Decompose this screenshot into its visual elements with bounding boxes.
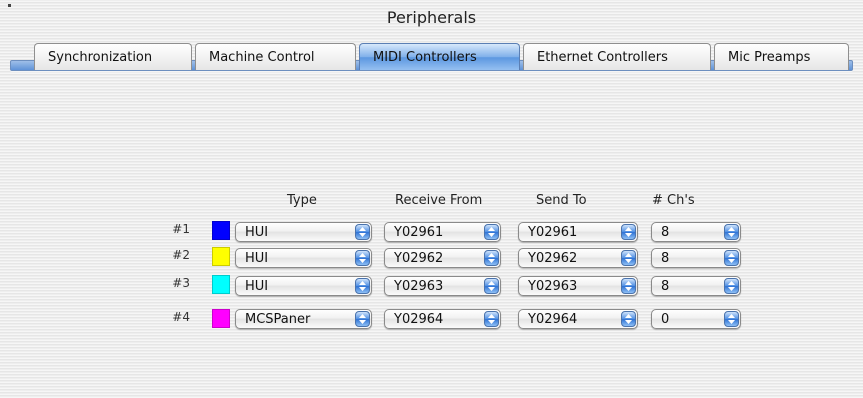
channels-popup[interactable]: 8 xyxy=(651,276,741,296)
send-to-column-header: Send To xyxy=(536,193,587,208)
send-to-value: Y02962 xyxy=(528,251,578,266)
controller-color-swatch xyxy=(212,221,230,240)
type-popup[interactable]: HUI xyxy=(235,276,372,296)
up-down-arrows-icon xyxy=(355,311,370,327)
receive-from-value: Y02962 xyxy=(394,251,444,266)
controller-row-label: #4 xyxy=(172,310,190,324)
send-to-value: Y02961 xyxy=(528,225,578,240)
send-to-popup[interactable]: Y02961 xyxy=(518,222,638,242)
send-to-popup[interactable]: Y02963 xyxy=(518,276,638,296)
send-to-value: Y02964 xyxy=(528,312,578,327)
send-to-popup[interactable]: Y02964 xyxy=(518,309,638,329)
channels-popup[interactable]: 8 xyxy=(651,222,741,242)
controller-color-swatch xyxy=(212,275,230,294)
up-down-arrows-icon xyxy=(355,250,370,266)
up-down-arrows-icon xyxy=(724,250,739,266)
tab-ethernet-controllers[interactable]: Ethernet Controllers xyxy=(523,43,711,70)
channels-popup[interactable]: 8 xyxy=(651,248,741,268)
type-value: HUI xyxy=(245,279,269,294)
up-down-arrows-icon xyxy=(621,278,636,294)
type-value: MCSPaner xyxy=(245,312,311,327)
tab-mic-preamps[interactable]: Mic Preamps xyxy=(714,43,849,70)
channels-value: 0 xyxy=(661,312,670,327)
type-value: HUI xyxy=(245,225,269,240)
controller-color-swatch xyxy=(212,247,230,266)
up-down-arrows-icon xyxy=(484,224,499,240)
channels-value: 8 xyxy=(661,251,670,266)
tab-midi-controllers[interactable]: MIDI Controllers xyxy=(359,43,520,70)
receive-from-popup[interactable]: Y02961 xyxy=(384,222,501,242)
channels-value: 8 xyxy=(661,279,670,294)
up-down-arrows-icon xyxy=(355,224,370,240)
receive-from-value: Y02961 xyxy=(394,225,444,240)
controller-row-label: #2 xyxy=(172,248,190,262)
send-to-value: Y02963 xyxy=(528,279,578,294)
tab-machine-control[interactable]: Machine Control xyxy=(195,43,356,70)
channels-popup[interactable]: 0 xyxy=(651,309,741,329)
receive-from-popup[interactable]: Y02964 xyxy=(384,309,501,329)
up-down-arrows-icon xyxy=(724,224,739,240)
send-to-popup[interactable]: Y02962 xyxy=(518,248,638,268)
controller-color-swatch xyxy=(212,309,230,328)
up-down-arrows-icon xyxy=(484,250,499,266)
tab-bar: Synchronization Machine Control MIDI Con… xyxy=(34,43,852,70)
receive-from-value: Y02963 xyxy=(394,279,444,294)
channels-column-header: # Ch's xyxy=(652,193,695,208)
up-down-arrows-icon xyxy=(484,311,499,327)
channels-value: 8 xyxy=(661,225,670,240)
tab-synchronization[interactable]: Synchronization xyxy=(34,43,192,70)
type-popup[interactable]: HUI xyxy=(235,222,372,242)
type-popup[interactable]: HUI xyxy=(235,248,372,268)
receive-from-column-header: Receive From xyxy=(395,193,483,208)
type-popup[interactable]: MCSPaner xyxy=(235,309,372,329)
controller-row-label: #1 xyxy=(172,222,190,236)
up-down-arrows-icon xyxy=(484,278,499,294)
controller-row-label: #3 xyxy=(172,276,190,290)
up-down-arrows-icon xyxy=(621,224,636,240)
receive-from-popup[interactable]: Y02963 xyxy=(384,276,501,296)
up-down-arrows-icon xyxy=(724,311,739,327)
type-value: HUI xyxy=(245,251,269,266)
receive-from-popup[interactable]: Y02962 xyxy=(384,248,501,268)
up-down-arrows-icon xyxy=(355,278,370,294)
up-down-arrows-icon xyxy=(621,250,636,266)
type-column-header: Type xyxy=(287,193,317,208)
up-down-arrows-icon xyxy=(621,311,636,327)
up-down-arrows-icon xyxy=(724,278,739,294)
receive-from-value: Y02964 xyxy=(394,312,444,327)
